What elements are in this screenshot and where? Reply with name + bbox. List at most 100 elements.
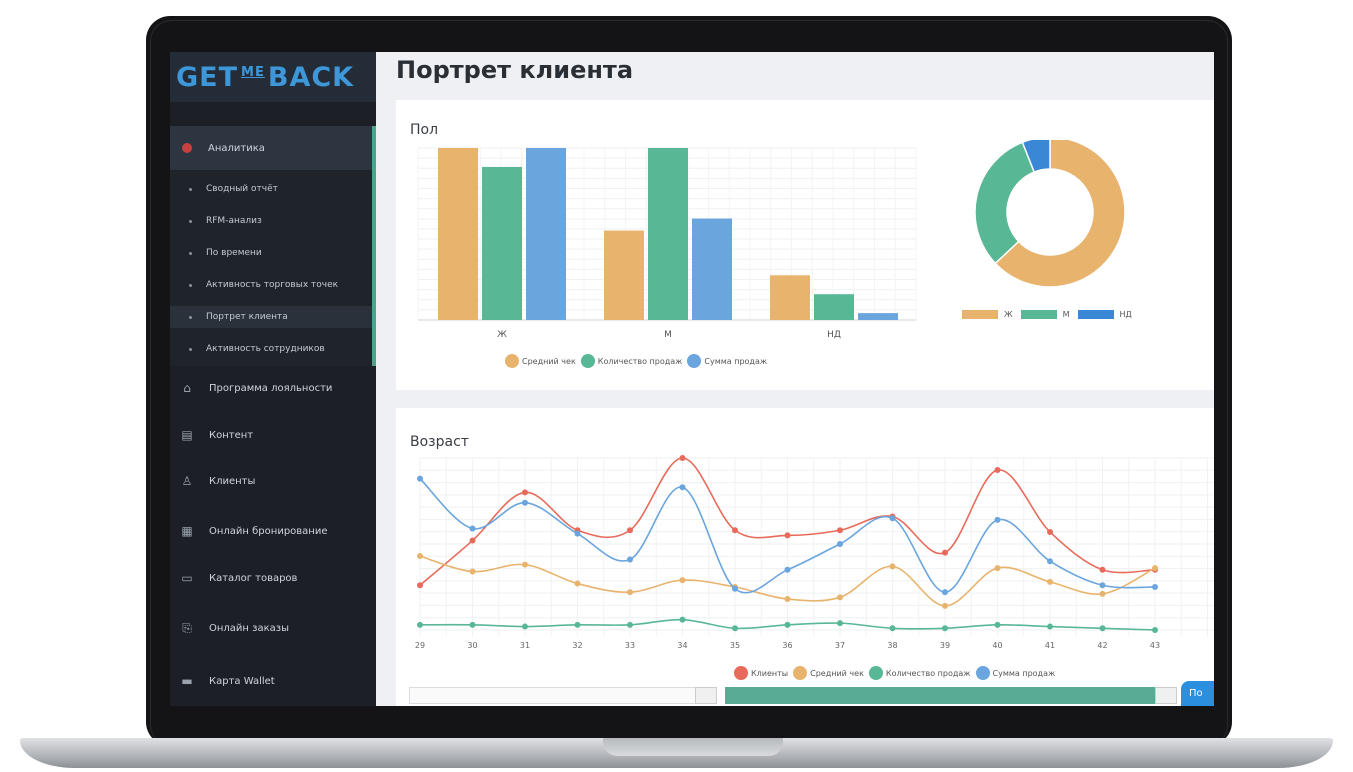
bullet-icon [189, 315, 192, 319]
legend-swatch [580, 354, 595, 368]
data-point [1152, 627, 1158, 633]
data-point [994, 565, 1001, 572]
data-point [574, 621, 581, 628]
legend-label: НД [1119, 310, 1132, 319]
sidebar-item-booking[interactable]: ▦ Онлайн бронирование [170, 516, 376, 546]
data-point [732, 625, 738, 632]
data-point [1047, 623, 1053, 630]
sidebar-subitem-stores[interactable]: Активность торговых точек [170, 274, 372, 296]
data-point [784, 532, 791, 539]
data-point [837, 527, 843, 534]
sidebar-item-orders[interactable]: ⎘ Онлайн заказы [170, 613, 376, 643]
donut-legend-item[interactable]: НД [1077, 310, 1132, 319]
sidebar-subitem-portrait[interactable]: Портрет клиента [170, 306, 372, 328]
data-point [522, 499, 528, 506]
legend-label: Ж [1004, 310, 1013, 319]
legend-item-avg-check[interactable]: Средний чек [793, 666, 864, 680]
analytics-group: Аналитика Сводный отчёт RFM-анализ По вр… [170, 126, 376, 366]
x-tick-label: 38 [887, 641, 897, 650]
legend-item-clients[interactable]: Клиенты [734, 666, 788, 680]
bar [770, 275, 810, 320]
data-point [1099, 625, 1106, 632]
x-tick-label: Ж [497, 330, 507, 340]
x-tick-label: 37 [835, 641, 845, 650]
legend-label: Количество продаж [597, 356, 683, 366]
donut-legend: Ж М НД [962, 310, 1140, 319]
x-tick-label: 35 [730, 641, 740, 650]
data-point [732, 527, 738, 534]
data-point [522, 623, 528, 630]
data-point [627, 621, 633, 628]
legend-item-avg-check[interactable]: Средний чек [505, 354, 576, 368]
data-point [627, 556, 633, 563]
sidebar-subitem-rfm[interactable]: RFM-анализ [170, 210, 372, 232]
legend-label: М [1062, 310, 1070, 319]
legend-swatch [505, 354, 519, 368]
range-track[interactable] [409, 687, 699, 704]
sidebar-item-catalog[interactable]: ▭ Каталог товаров [170, 563, 376, 593]
sidebar-item-label: Каталог товаров [209, 572, 298, 584]
x-tick-label: 30 [467, 641, 477, 650]
sidebar-item-content[interactable]: ▤ Контент [170, 420, 376, 450]
legend-item-sales-sum[interactable]: Сумма продаж [687, 354, 767, 368]
x-tick-label: 32 [572, 641, 582, 650]
legend-label: Клиенты [751, 668, 789, 678]
data-point [889, 563, 896, 570]
content-icon: ▤ [181, 428, 193, 442]
legend-label: Средний чек [522, 356, 576, 366]
sidebar-item-analytics[interactable]: Аналитика [170, 126, 372, 170]
range-selection[interactable] [725, 687, 1155, 704]
logo-get: GET [176, 61, 239, 93]
sidebar: GET ME BACK Аналитика Сводный отчёт RFM-… [170, 52, 376, 706]
data-point [1099, 566, 1106, 573]
data-point [469, 568, 476, 575]
data-point [784, 566, 791, 573]
data-point [1047, 558, 1053, 565]
gender-donut-chart [974, 140, 1126, 288]
data-point [994, 467, 1001, 474]
logo-me: ME [241, 64, 265, 80]
legend-swatch [868, 666, 883, 680]
sidebar-item-wallet[interactable]: ▬ Карта Wallet [170, 666, 376, 696]
bar [814, 294, 854, 320]
range-handle-right[interactable] [1155, 687, 1177, 704]
legend-item-sales-count[interactable]: Количество продаж [868, 666, 971, 680]
data-point [522, 561, 528, 568]
page-title: Портрет клиента [396, 56, 634, 84]
bullet-icon [189, 283, 192, 287]
sidebar-item-clients[interactable]: ♙ Клиенты [170, 466, 376, 496]
data-point [627, 527, 633, 534]
donut-legend-item[interactable]: Ж [962, 310, 1013, 319]
sidebar-subitem-label: Портрет клиента [206, 312, 288, 322]
sidebar-item-label: Онлайн бронирование [209, 525, 328, 537]
gender-card: Пол Ж М НД Средний чек Количество продаж С… [396, 100, 1214, 390]
sidebar-item-loyalty[interactable]: ⌂ Программа лояльности [170, 373, 376, 403]
data-point [417, 475, 423, 482]
data-point [1099, 582, 1106, 589]
data-point [942, 602, 948, 609]
sidebar-item-label: Онлайн заказы [209, 622, 289, 634]
legend-item-sales-sum[interactable]: Сумма продаж [975, 666, 1055, 680]
bar [438, 148, 478, 320]
data-point [679, 455, 686, 461]
legend-item-sales-count[interactable]: Количество продаж [580, 354, 683, 368]
sidebar-subitem-staff[interactable]: Активность сотрудников [170, 338, 372, 360]
donut-legend-item[interactable]: М [1020, 310, 1070, 319]
bar [648, 148, 688, 320]
legend-swatch [793, 666, 808, 680]
data-point [469, 537, 476, 544]
data-point [469, 621, 476, 628]
x-tick-label: 40 [992, 641, 1002, 650]
sidebar-subitem-summary[interactable]: Сводный отчёт [170, 178, 372, 200]
data-point [574, 530, 581, 537]
data-point [994, 516, 1001, 523]
sidebar-subitem-label: RFM-анализ [206, 216, 262, 226]
sidebar-subitem-time[interactable]: По времени [170, 242, 372, 264]
range-handle-left[interactable] [695, 687, 717, 704]
sidebar-item-label: Программа лояльности [209, 382, 333, 394]
sidebar-subitem-label: Активность сотрудников [206, 344, 325, 354]
apply-button[interactable]: По [1181, 681, 1214, 706]
logo[interactable]: GET ME BACK [170, 52, 376, 102]
legend-swatch [734, 666, 748, 680]
data-point [784, 621, 791, 628]
